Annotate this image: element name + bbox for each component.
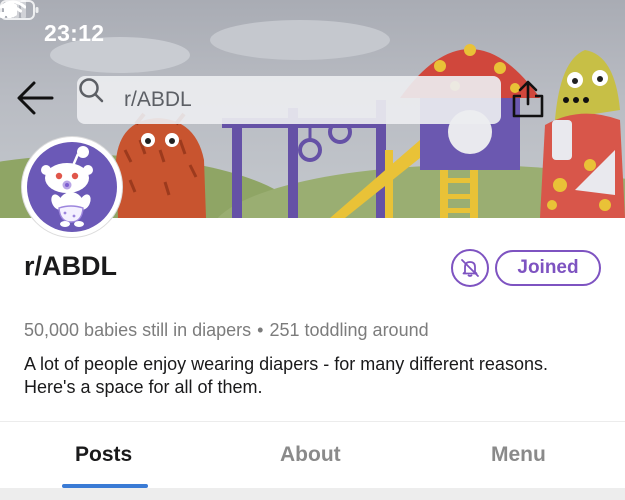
more-options-button[interactable]	[558, 88, 594, 112]
online-count: 251 toddling around	[269, 320, 429, 340]
notifications-button[interactable]	[451, 249, 489, 287]
tab-menu[interactable]: Menu	[491, 443, 546, 467]
more-icon	[563, 97, 589, 103]
stats-separator: •	[257, 320, 264, 340]
tab-posts[interactable]: Posts	[75, 443, 132, 467]
subreddit-name: r/ABDL	[24, 251, 117, 281]
search-query: r/ABDL	[124, 88, 192, 111]
bell-off-icon	[461, 259, 479, 277]
community-stats: 50,000 babies still in diapers • 251 toddl…	[24, 320, 429, 341]
community-avatar	[22, 137, 122, 237]
share-icon	[512, 80, 544, 118]
back-arrow-icon	[17, 81, 54, 115]
joined-button[interactable]: Joined	[495, 250, 601, 286]
share-button[interactable]	[508, 78, 548, 120]
battery-icon	[0, 0, 39, 20]
tabs-divider	[0, 421, 625, 422]
search-input[interactable]: r/ABDL	[77, 76, 501, 124]
content-divider	[0, 488, 625, 500]
members-count: 50,000 babies still in diapers	[24, 320, 252, 340]
search-icon	[79, 78, 104, 103]
tab-about[interactable]: About	[280, 443, 341, 467]
back-button[interactable]	[14, 78, 58, 118]
snoo-baby-mascot-icon	[41, 146, 93, 227]
status-time: 23:12	[44, 20, 105, 46]
community-description: A lot of people enjoy wearing diapers - …	[24, 354, 548, 397]
